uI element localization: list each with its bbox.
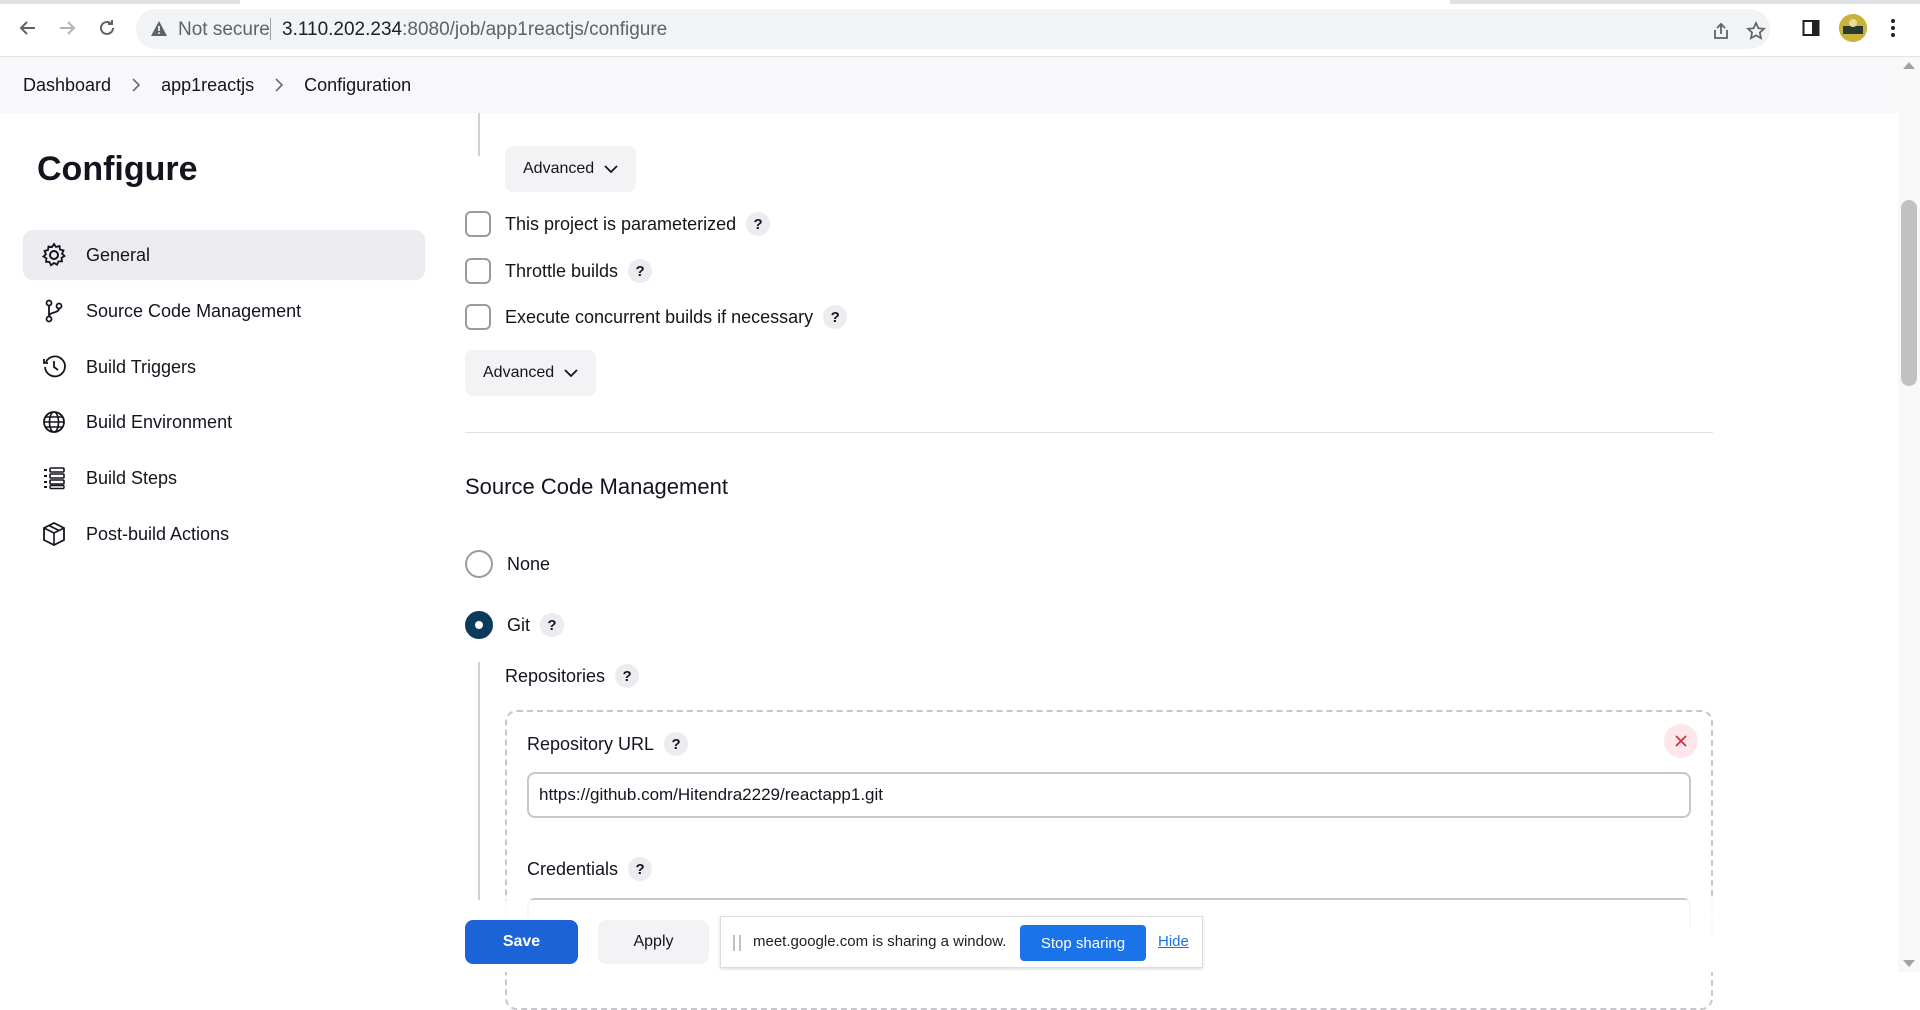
repositories-field: Repositories ?	[505, 664, 640, 688]
sidebar-item-label: Build Steps	[86, 467, 178, 488]
chevron-right-icon	[274, 78, 284, 92]
help-icon[interactable]: ?	[664, 732, 689, 756]
none-radio[interactable]	[465, 550, 493, 578]
help-icon[interactable]: ?	[746, 212, 771, 236]
throttle-label: Throttle builds	[505, 260, 619, 281]
breadcrumb: Dashboard app1reactjs Configuration	[0, 57, 1898, 113]
concurrent-label: Execute concurrent builds if necessary	[505, 306, 814, 327]
git-radio[interactable]	[465, 611, 493, 639]
credentials-field: Credentials ?	[527, 857, 653, 881]
scrollbar-thumb[interactable]	[1901, 200, 1917, 386]
globe-icon	[40, 408, 68, 436]
section-title-scm: Source Code Management	[465, 474, 728, 499]
advanced-button[interactable]: Advanced	[505, 146, 637, 192]
breadcrumb-dashboard[interactable]: Dashboard	[23, 75, 111, 96]
warning-icon[interactable]	[150, 20, 168, 42]
scm-option-none: None	[465, 550, 550, 578]
share-icon[interactable]	[1710, 20, 1732, 42]
concurrent-checkbox[interactable]	[465, 304, 491, 330]
url-text: 3.110.202.234:8080/job/app1reactjs/confi…	[282, 19, 667, 41]
advanced-button[interactable]: Advanced	[465, 350, 597, 396]
share-status-text: meet.google.com is sharing a window.	[753, 933, 1007, 950]
help-icon[interactable]: ?	[615, 664, 640, 688]
option-concurrent: Execute concurrent builds if necessary ?	[465, 304, 848, 330]
sidebar-item-build-triggers[interactable]: Build Triggers	[23, 342, 425, 392]
sidebar-item-label: General	[86, 244, 151, 265]
sidebar-item-build-steps[interactable]: Build Steps	[23, 453, 425, 503]
browser-toolbar: Not secure 3.110.202.234:8080/job/app1re…	[0, 0, 1920, 57]
tab-strip	[0, 0, 1920, 4]
gear-icon	[40, 241, 68, 269]
sidebar-item-label: Build Environment	[86, 411, 233, 432]
sidebar-item-post-build-actions[interactable]: Post-build Actions	[23, 509, 425, 559]
sidebar-item-label: Post-build Actions	[86, 523, 230, 544]
sidebar-item-source-code-management[interactable]: Source Code Management	[23, 286, 425, 336]
advanced-label: Advanced	[523, 160, 595, 177]
address-bar[interactable]: Not secure 3.110.202.234:8080/job/app1re…	[136, 9, 1770, 49]
option-throttle: Throttle builds ?	[465, 258, 653, 284]
section-divider-line	[478, 113, 480, 156]
help-icon[interactable]: ?	[823, 305, 848, 329]
sidebar-item-label: Source Code Management	[86, 300, 302, 321]
option-parameterized: This project is parameterized ?	[465, 211, 771, 237]
scm-option-git: Git ?	[465, 611, 565, 639]
forward-icon[interactable]	[53, 14, 81, 42]
help-icon[interactable]: ?	[628, 259, 653, 283]
breadcrumb-configuration[interactable]: Configuration	[304, 75, 411, 96]
breadcrumb-job[interactable]: app1reactjs	[161, 75, 254, 96]
list-icon	[40, 464, 68, 492]
profile-avatar[interactable]	[1839, 14, 1867, 42]
chevron-down-icon	[604, 164, 618, 174]
menu-kebab-icon[interactable]	[1879, 14, 1907, 42]
bookmark-star-icon[interactable]	[1745, 20, 1767, 42]
repositories-label: Repositories	[505, 665, 606, 686]
chevron-down-icon	[564, 368, 578, 378]
stop-sharing-button[interactable]: Stop sharing	[1020, 925, 1146, 961]
drag-handle-icon[interactable]	[733, 935, 741, 951]
scrollbar[interactable]	[1898, 57, 1920, 972]
close-icon[interactable]	[1664, 724, 1698, 758]
security-label: Not secure	[178, 19, 270, 40]
clock-icon	[40, 353, 68, 381]
apply-button[interactable]: Apply	[598, 920, 709, 964]
url-host: 3.110.202.234	[282, 19, 403, 40]
repository-url-input[interactable]	[527, 772, 1691, 818]
url-path: :8080/job/app1reactjs/configure	[402, 19, 668, 40]
save-button[interactable]: Save	[465, 920, 578, 964]
repo-url-field: Repository URL ?	[527, 732, 689, 756]
none-label: None	[507, 553, 551, 574]
help-icon[interactable]: ?	[628, 857, 653, 881]
side-panel-icon[interactable]	[1797, 14, 1825, 42]
help-icon[interactable]: ?	[540, 613, 565, 637]
chevron-right-icon	[131, 78, 141, 92]
credentials-label: Credentials	[527, 858, 619, 879]
page-title: Configure	[37, 150, 198, 188]
git-label: Git	[507, 614, 531, 635]
sidebar-item-general[interactable]: General	[23, 230, 425, 280]
scroll-up-arrow-icon[interactable]	[1903, 62, 1915, 69]
section-separator	[465, 432, 1713, 433]
throttle-checkbox[interactable]	[465, 258, 491, 284]
package-icon	[40, 520, 68, 548]
parameterized-checkbox[interactable]	[465, 211, 491, 237]
advanced-label: Advanced	[483, 364, 555, 381]
screen-share-banner: meet.google.com is sharing a window. Sto…	[720, 916, 1203, 968]
omnibox-divider	[270, 18, 271, 40]
reload-icon[interactable]	[93, 14, 121, 42]
repo-url-label: Repository URL	[527, 733, 655, 754]
back-icon[interactable]	[14, 14, 42, 42]
hide-link[interactable]: Hide	[1158, 933, 1189, 950]
parameterized-label: This project is parameterized	[505, 213, 737, 234]
branch-icon	[40, 297, 68, 325]
sidebar-item-label: Build Triggers	[86, 356, 197, 377]
git-section-line	[478, 662, 480, 902]
scroll-down-arrow-icon[interactable]	[1903, 960, 1915, 967]
sidebar-item-build-environment[interactable]: Build Environment	[23, 397, 425, 447]
